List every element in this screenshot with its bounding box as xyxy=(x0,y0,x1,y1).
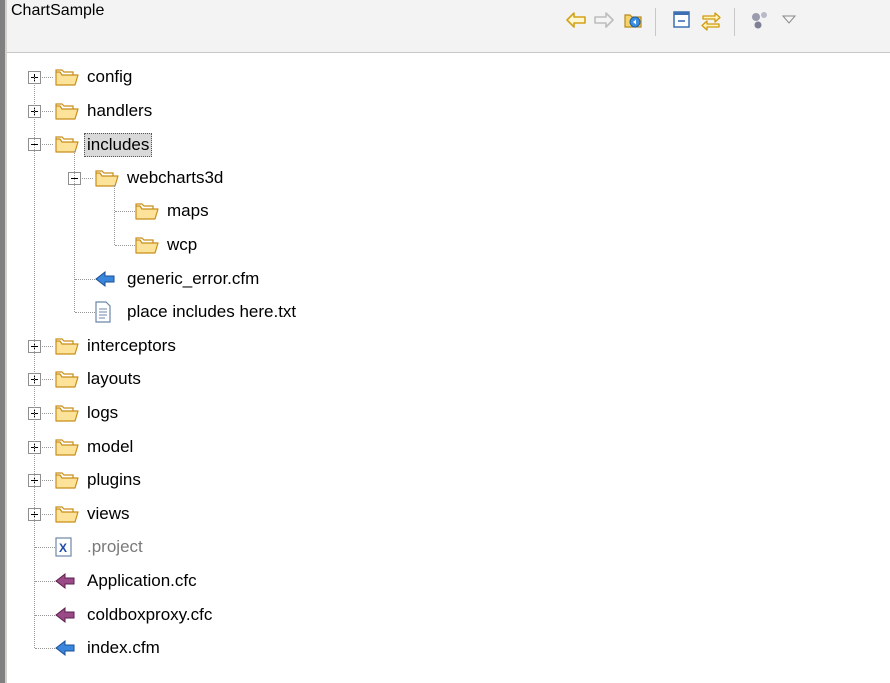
tree-item-label: layouts xyxy=(87,369,141,389)
tree-folder-item[interactable]: config xyxy=(0,62,880,92)
folder-icon xyxy=(54,133,79,155)
cfc-file-icon xyxy=(54,604,76,626)
back-button[interactable] xyxy=(564,8,588,32)
tree-connector xyxy=(114,184,115,245)
folder-icon xyxy=(134,234,159,256)
tree-folder-item[interactable]: views xyxy=(0,499,880,529)
folder-icon xyxy=(134,200,159,222)
tree-folder-item[interactable]: webcharts3d xyxy=(0,163,880,193)
tree-item-label: place includes here.txt xyxy=(127,302,297,322)
tree-item-label: maps xyxy=(167,201,209,221)
tree-item-label: handlers xyxy=(87,100,153,120)
folder-icon xyxy=(94,167,119,189)
tree-item-label: config xyxy=(87,67,133,86)
tree-item-label: index.cfm xyxy=(87,638,160,658)
tree-file-item[interactable]: index.cfm xyxy=(0,633,880,663)
project-explorer-panel: ChartSample config handlers includes web… xyxy=(0,0,890,683)
dropdown-icon xyxy=(782,15,796,24)
view-menu-icon xyxy=(752,12,767,29)
collapse-all-icon xyxy=(673,11,690,28)
folder-icon xyxy=(54,469,79,491)
text-file-icon xyxy=(94,301,116,323)
tree-file-item[interactable]: X .project xyxy=(0,532,880,562)
tree-connector xyxy=(34,77,35,649)
project-file-icon: X xyxy=(54,536,76,558)
tree-folder-item[interactable]: interceptors xyxy=(0,331,880,361)
tree-item-label: coldboxproxy.cfc xyxy=(87,604,213,624)
tree-item-label: generic_error.cfm xyxy=(127,268,260,288)
tree-item-label: includes xyxy=(84,133,153,158)
link-with-editor-icon xyxy=(701,12,721,31)
tree-item-label: .project xyxy=(87,537,143,557)
panel-header: ChartSample xyxy=(7,0,890,53)
tree-item-label: plugins xyxy=(87,470,141,490)
tree-folder-item[interactable]: logs xyxy=(0,398,880,428)
dropdown-button[interactable] xyxy=(777,8,801,32)
tree-connector xyxy=(74,151,75,313)
tree-file-item[interactable]: coldboxproxy.cfc xyxy=(0,600,880,630)
tree-folder-item[interactable]: plugins xyxy=(0,465,880,495)
panel-title: ChartSample xyxy=(11,2,105,19)
tree-folder-item[interactable]: includes xyxy=(0,129,880,159)
forward-button[interactable] xyxy=(592,8,616,32)
tree-item-label: logs xyxy=(87,403,119,422)
tree-item-label: Application.cfc xyxy=(87,571,197,590)
tree-file-item[interactable]: generic_error.cfm xyxy=(0,264,880,294)
collapse-all-button[interactable] xyxy=(670,8,694,32)
toolbar-separator xyxy=(655,8,656,36)
tree-item-label: model xyxy=(87,436,134,456)
folder-icon xyxy=(54,100,79,122)
back-arrow-icon xyxy=(566,12,586,28)
forward-arrow-icon xyxy=(594,12,614,28)
view-menu-button[interactable] xyxy=(748,8,772,32)
toolbar-separator xyxy=(734,8,735,36)
home-button[interactable] xyxy=(621,8,645,32)
tree-folder-item[interactable]: model xyxy=(0,432,880,462)
cfm-file-icon xyxy=(94,268,116,290)
tree-folder-item[interactable]: wcp xyxy=(0,230,880,260)
cfm-file-icon xyxy=(54,637,76,659)
tree-item-label: webcharts3d xyxy=(127,167,224,187)
folder-icon xyxy=(54,66,79,88)
folder-icon xyxy=(54,368,79,390)
tree-folder-item[interactable]: maps xyxy=(0,196,880,226)
tree-file-item[interactable]: Application.cfc xyxy=(0,566,880,596)
tree-item-label: interceptors xyxy=(87,335,176,355)
folder-icon xyxy=(54,436,79,458)
folder-icon xyxy=(54,503,79,525)
link-with-editor-button[interactable] xyxy=(699,8,723,32)
home-icon xyxy=(624,14,642,28)
tree-folder-item[interactable]: handlers xyxy=(0,96,880,126)
project-tree: config handlers includes webcharts3d maps wcp… xyxy=(0,56,890,683)
folder-icon xyxy=(54,335,79,357)
tree-folder-item[interactable]: layouts xyxy=(0,364,880,394)
tree-file-item[interactable]: place includes here.txt xyxy=(0,297,880,327)
tree-item-label: views xyxy=(87,503,130,523)
cfc-file-icon xyxy=(54,570,76,592)
tree-item-label: wcp xyxy=(167,235,198,254)
folder-icon xyxy=(54,402,79,424)
svg-text:X: X xyxy=(59,541,67,555)
